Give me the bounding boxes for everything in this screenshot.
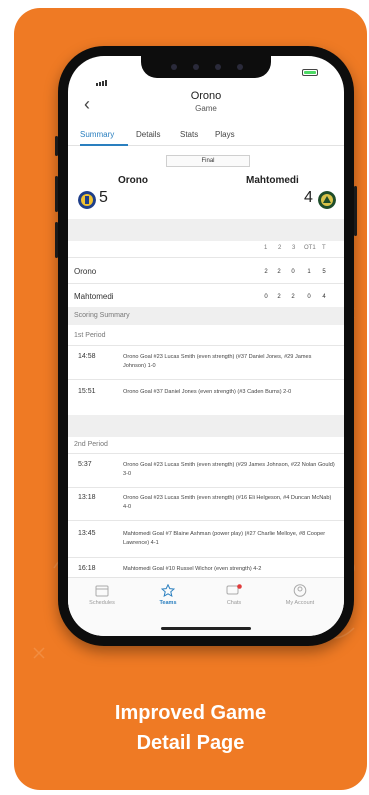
event-time: 5:37 xyxy=(78,461,92,468)
app-header: ‹ Orono Game xyxy=(68,86,344,126)
period-label: 2nd Period xyxy=(74,441,108,448)
linescore-cell: 0 xyxy=(264,294,268,300)
tab-label: My Account xyxy=(285,600,315,606)
event-description: Orono Goal #37 Daniel Jones (even streng… xyxy=(123,389,292,395)
event-description: Orono Goal #23 Lucas Smith (even strengt… xyxy=(123,462,335,477)
tab-label: Chats xyxy=(226,600,242,606)
home-indicator xyxy=(161,627,251,630)
linescore-cell: 2 xyxy=(291,294,295,300)
spacer-band xyxy=(68,219,344,241)
home-team-name: Orono xyxy=(118,175,148,186)
period-header: 3 xyxy=(292,245,296,251)
spacer-band xyxy=(68,415,344,437)
tab-label: Schedules xyxy=(89,600,115,606)
linescore-cell: 0 xyxy=(307,294,311,300)
page-title: Orono xyxy=(190,90,222,102)
chat-icon xyxy=(226,584,242,595)
period-header: T xyxy=(322,245,326,251)
linescore-team: Mahtomedi xyxy=(74,292,114,301)
linescore-cell: 2 xyxy=(264,269,268,275)
away-team-score: 4 xyxy=(304,189,313,206)
event-time: 15:51 xyxy=(78,388,96,395)
scoring-summary-header: Scoring Summary xyxy=(68,307,344,325)
signal-icon xyxy=(96,68,108,86)
linescore-team: Orono xyxy=(74,267,97,276)
promo-card: ‹ Orono Game Summary Details Stats Plays… xyxy=(14,8,367,790)
period-header: 1 xyxy=(264,245,268,251)
tab-my-account[interactable]: My Account xyxy=(272,584,328,606)
event-time: 13:18 xyxy=(78,494,96,501)
promo-caption: Improved Game Detail Page xyxy=(14,698,367,758)
period-label: 1st Period xyxy=(74,332,106,339)
linescore-cell: 4 xyxy=(322,294,326,300)
star-icon xyxy=(161,584,175,597)
app-screen: ‹ Orono Game Summary Details Stats Plays… xyxy=(68,56,344,636)
event-description: Mahtomedi Goal #7 Blaine Ashman (power p… xyxy=(123,531,326,546)
tab-details[interactable]: Details xyxy=(136,130,160,139)
tab-plays[interactable]: Plays xyxy=(215,130,235,139)
tab-teams[interactable]: Teams xyxy=(140,584,196,606)
linescore-cell: 2 xyxy=(277,269,281,275)
event-description: Mahtomedi Goal #10 Russel Wichor (even s… xyxy=(123,566,262,572)
caption-line-1: Improved Game xyxy=(114,702,267,724)
page-subtitle: Game xyxy=(195,104,217,113)
tab-label: Teams xyxy=(159,600,177,606)
calendar-icon xyxy=(95,585,109,597)
caption-line-2: Detail Page xyxy=(136,732,245,754)
phone-frame: ‹ Orono Game Summary Details Stats Plays… xyxy=(55,46,357,646)
game-status-badge: Final xyxy=(166,155,250,167)
period-header: OT1 xyxy=(304,245,316,251)
event-description: Orono Goal #23 Lucas Smith (even strengt… xyxy=(123,495,332,510)
event-time: 16:18 xyxy=(78,565,96,572)
away-team-name: Mahtomedi xyxy=(246,175,299,186)
notch xyxy=(141,56,271,78)
user-icon xyxy=(293,584,307,597)
linescore-cell: 0 xyxy=(291,269,295,275)
tab-summary[interactable]: Summary xyxy=(80,130,114,139)
linescore-cell: 2 xyxy=(277,294,281,300)
linescore-cell: 1 xyxy=(307,269,311,275)
period-header: 2 xyxy=(278,245,282,251)
scoring-summary-title: Scoring Summary xyxy=(74,312,130,319)
away-team-logo xyxy=(318,191,336,209)
game-summary: Final Orono Mahtomedi 5 4 1 2 3 OT1 T Or… xyxy=(68,147,344,577)
tab-schedules[interactable]: Schedules xyxy=(74,584,130,606)
home-team-logo xyxy=(78,191,96,209)
tab-chats[interactable]: Chats xyxy=(206,584,262,606)
tab-bar-top: Summary Details Stats Plays xyxy=(68,126,344,146)
home-team-score: 5 xyxy=(99,189,108,206)
active-tab-indicator xyxy=(80,144,128,146)
battery-icon xyxy=(302,69,318,76)
event-time: 13:45 xyxy=(78,530,96,537)
linescore-cell: 5 xyxy=(322,269,326,275)
tab-stats[interactable]: Stats xyxy=(180,130,198,139)
event-time: 14:58 xyxy=(78,353,96,360)
event-description: Orono Goal #23 Lucas Smith (even strengt… xyxy=(123,354,312,369)
